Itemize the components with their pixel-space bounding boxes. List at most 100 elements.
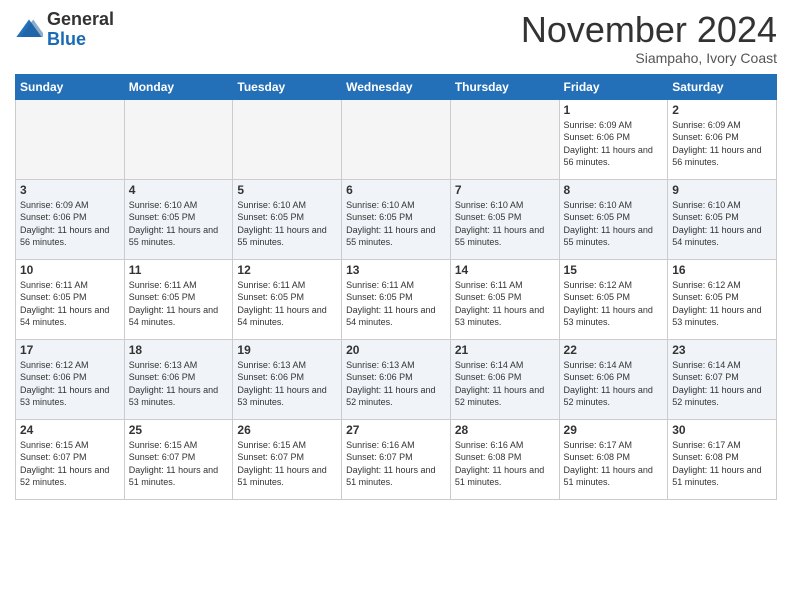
calendar-cell: 11 Sunrise: 6:11 AMSunset: 6:05 PMDaylig… [124, 259, 233, 339]
calendar-cell: 1 Sunrise: 6:09 AMSunset: 6:06 PMDayligh… [559, 99, 668, 179]
day-info: Sunrise: 6:11 AMSunset: 6:05 PMDaylight:… [20, 280, 109, 328]
calendar-week-row: 17 Sunrise: 6:12 AMSunset: 6:06 PMDaylig… [16, 339, 777, 419]
day-info: Sunrise: 6:10 AMSunset: 6:05 PMDaylight:… [129, 200, 218, 248]
day-number: 10 [20, 263, 120, 277]
calendar-cell: 24 Sunrise: 6:15 AMSunset: 6:07 PMDaylig… [16, 419, 125, 499]
logo: General Blue [15, 10, 114, 50]
day-number: 29 [564, 423, 664, 437]
day-number: 24 [20, 423, 120, 437]
day-info: Sunrise: 6:12 AMSunset: 6:05 PMDaylight:… [564, 280, 653, 328]
calendar-week-row: 3 Sunrise: 6:09 AMSunset: 6:06 PMDayligh… [16, 179, 777, 259]
day-number: 2 [672, 103, 772, 117]
day-number: 5 [237, 183, 337, 197]
calendar-cell [124, 99, 233, 179]
day-number: 21 [455, 343, 555, 357]
day-info: Sunrise: 6:10 AMSunset: 6:05 PMDaylight:… [346, 200, 435, 248]
page: General Blue November 2024 Siampaho, Ivo… [0, 0, 792, 515]
col-saturday: Saturday [668, 74, 777, 99]
day-info: Sunrise: 6:09 AMSunset: 6:06 PMDaylight:… [564, 120, 653, 168]
day-info: Sunrise: 6:17 AMSunset: 6:08 PMDaylight:… [564, 440, 653, 488]
calendar-cell: 30 Sunrise: 6:17 AMSunset: 6:08 PMDaylig… [668, 419, 777, 499]
day-number: 30 [672, 423, 772, 437]
calendar-cell: 25 Sunrise: 6:15 AMSunset: 6:07 PMDaylig… [124, 419, 233, 499]
day-number: 9 [672, 183, 772, 197]
day-number: 3 [20, 183, 120, 197]
calendar-cell: 7 Sunrise: 6:10 AMSunset: 6:05 PMDayligh… [450, 179, 559, 259]
day-info: Sunrise: 6:10 AMSunset: 6:05 PMDaylight:… [672, 200, 761, 248]
day-number: 17 [20, 343, 120, 357]
day-number: 8 [564, 183, 664, 197]
day-number: 26 [237, 423, 337, 437]
day-info: Sunrise: 6:11 AMSunset: 6:05 PMDaylight:… [346, 280, 435, 328]
calendar-cell: 5 Sunrise: 6:10 AMSunset: 6:05 PMDayligh… [233, 179, 342, 259]
day-info: Sunrise: 6:09 AMSunset: 6:06 PMDaylight:… [20, 200, 109, 248]
calendar-cell: 12 Sunrise: 6:11 AMSunset: 6:05 PMDaylig… [233, 259, 342, 339]
calendar-week-row: 24 Sunrise: 6:15 AMSunset: 6:07 PMDaylig… [16, 419, 777, 499]
col-thursday: Thursday [450, 74, 559, 99]
day-number: 11 [129, 263, 229, 277]
calendar-cell: 20 Sunrise: 6:13 AMSunset: 6:06 PMDaylig… [342, 339, 451, 419]
day-number: 1 [564, 103, 664, 117]
calendar-cell: 17 Sunrise: 6:12 AMSunset: 6:06 PMDaylig… [16, 339, 125, 419]
day-info: Sunrise: 6:13 AMSunset: 6:06 PMDaylight:… [237, 360, 326, 408]
logo-icon [15, 16, 43, 44]
calendar-week-row: 1 Sunrise: 6:09 AMSunset: 6:06 PMDayligh… [16, 99, 777, 179]
calendar-cell: 18 Sunrise: 6:13 AMSunset: 6:06 PMDaylig… [124, 339, 233, 419]
day-info: Sunrise: 6:17 AMSunset: 6:08 PMDaylight:… [672, 440, 761, 488]
calendar-cell [450, 99, 559, 179]
calendar-cell: 26 Sunrise: 6:15 AMSunset: 6:07 PMDaylig… [233, 419, 342, 499]
title-block: November 2024 Siampaho, Ivory Coast [521, 10, 777, 66]
logo-general-text: General [47, 9, 114, 29]
calendar-table: Sunday Monday Tuesday Wednesday Thursday… [15, 74, 777, 500]
calendar-cell: 15 Sunrise: 6:12 AMSunset: 6:05 PMDaylig… [559, 259, 668, 339]
day-number: 25 [129, 423, 229, 437]
calendar-cell: 2 Sunrise: 6:09 AMSunset: 6:06 PMDayligh… [668, 99, 777, 179]
day-info: Sunrise: 6:14 AMSunset: 6:06 PMDaylight:… [455, 360, 544, 408]
day-info: Sunrise: 6:11 AMSunset: 6:05 PMDaylight:… [455, 280, 544, 328]
day-info: Sunrise: 6:10 AMSunset: 6:05 PMDaylight:… [237, 200, 326, 248]
calendar-cell [233, 99, 342, 179]
col-monday: Monday [124, 74, 233, 99]
day-info: Sunrise: 6:15 AMSunset: 6:07 PMDaylight:… [129, 440, 218, 488]
day-number: 13 [346, 263, 446, 277]
day-number: 20 [346, 343, 446, 357]
month-title: November 2024 [521, 10, 777, 50]
calendar-cell: 21 Sunrise: 6:14 AMSunset: 6:06 PMDaylig… [450, 339, 559, 419]
calendar-cell: 19 Sunrise: 6:13 AMSunset: 6:06 PMDaylig… [233, 339, 342, 419]
day-info: Sunrise: 6:12 AMSunset: 6:06 PMDaylight:… [20, 360, 109, 408]
location-subtitle: Siampaho, Ivory Coast [521, 50, 777, 66]
day-info: Sunrise: 6:09 AMSunset: 6:06 PMDaylight:… [672, 120, 761, 168]
day-number: 18 [129, 343, 229, 357]
day-number: 15 [564, 263, 664, 277]
calendar-week-row: 10 Sunrise: 6:11 AMSunset: 6:05 PMDaylig… [16, 259, 777, 339]
day-info: Sunrise: 6:10 AMSunset: 6:05 PMDaylight:… [564, 200, 653, 248]
col-tuesday: Tuesday [233, 74, 342, 99]
day-info: Sunrise: 6:12 AMSunset: 6:05 PMDaylight:… [672, 280, 761, 328]
day-info: Sunrise: 6:13 AMSunset: 6:06 PMDaylight:… [129, 360, 218, 408]
calendar-cell: 28 Sunrise: 6:16 AMSunset: 6:08 PMDaylig… [450, 419, 559, 499]
day-info: Sunrise: 6:14 AMSunset: 6:06 PMDaylight:… [564, 360, 653, 408]
calendar-cell [342, 99, 451, 179]
calendar-cell: 4 Sunrise: 6:10 AMSunset: 6:05 PMDayligh… [124, 179, 233, 259]
calendar-cell: 22 Sunrise: 6:14 AMSunset: 6:06 PMDaylig… [559, 339, 668, 419]
day-number: 4 [129, 183, 229, 197]
day-info: Sunrise: 6:15 AMSunset: 6:07 PMDaylight:… [237, 440, 326, 488]
day-number: 28 [455, 423, 555, 437]
calendar-cell: 6 Sunrise: 6:10 AMSunset: 6:05 PMDayligh… [342, 179, 451, 259]
header-row: Sunday Monday Tuesday Wednesday Thursday… [16, 74, 777, 99]
day-number: 23 [672, 343, 772, 357]
day-info: Sunrise: 6:16 AMSunset: 6:07 PMDaylight:… [346, 440, 435, 488]
col-sunday: Sunday [16, 74, 125, 99]
calendar-cell: 14 Sunrise: 6:11 AMSunset: 6:05 PMDaylig… [450, 259, 559, 339]
col-wednesday: Wednesday [342, 74, 451, 99]
calendar-cell: 10 Sunrise: 6:11 AMSunset: 6:05 PMDaylig… [16, 259, 125, 339]
day-number: 22 [564, 343, 664, 357]
calendar-cell: 13 Sunrise: 6:11 AMSunset: 6:05 PMDaylig… [342, 259, 451, 339]
day-number: 14 [455, 263, 555, 277]
day-number: 12 [237, 263, 337, 277]
day-number: 27 [346, 423, 446, 437]
day-info: Sunrise: 6:14 AMSunset: 6:07 PMDaylight:… [672, 360, 761, 408]
day-info: Sunrise: 6:10 AMSunset: 6:05 PMDaylight:… [455, 200, 544, 248]
calendar-cell: 23 Sunrise: 6:14 AMSunset: 6:07 PMDaylig… [668, 339, 777, 419]
day-info: Sunrise: 6:15 AMSunset: 6:07 PMDaylight:… [20, 440, 109, 488]
